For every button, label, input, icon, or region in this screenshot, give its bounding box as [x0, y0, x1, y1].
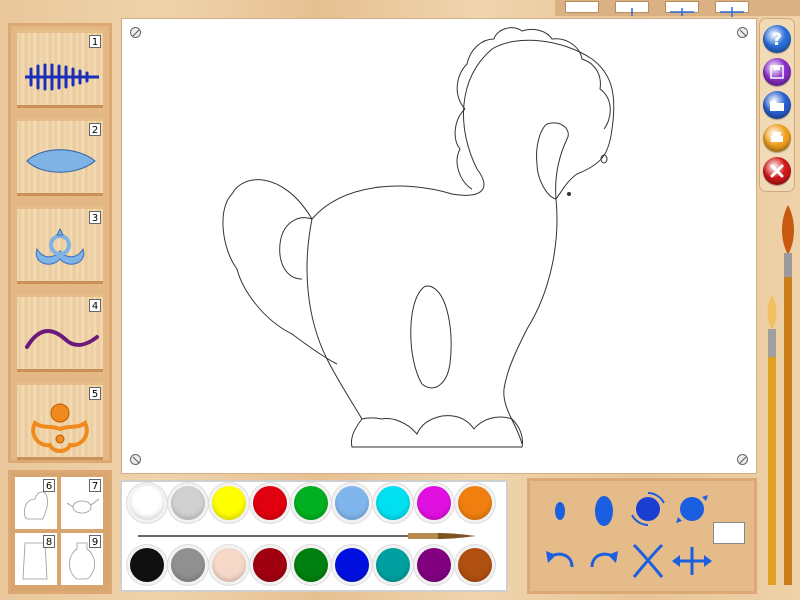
paint-swatch[interactable]: [458, 486, 492, 520]
paint-swatch[interactable]: [130, 548, 164, 582]
template-7[interactable]: 7: [61, 477, 103, 529]
template-number: 6: [43, 479, 55, 492]
large-stamp-tool[interactable]: [670, 487, 714, 535]
close-icon: [770, 164, 784, 178]
top-line-toolbar: [555, 0, 800, 17]
paint-swatch[interactable]: [417, 486, 451, 520]
paint-swatch[interactable]: [335, 548, 369, 582]
medium-brush-tool[interactable]: [582, 487, 626, 535]
paint-swatch[interactable]: [253, 486, 287, 520]
close-button[interactable]: [763, 157, 791, 185]
stencil-number: 4: [89, 299, 101, 312]
line-thin-tool[interactable]: [615, 1, 649, 16]
line-plus-tool[interactable]: [715, 1, 749, 17]
stencil-slot-5[interactable]: 5: [17, 382, 103, 460]
paint-swatch[interactable]: [130, 486, 164, 520]
paint-swatch[interactable]: [212, 548, 246, 582]
paint-swatch[interactable]: [171, 548, 205, 582]
stencil-number: 1: [89, 35, 101, 48]
paint-swatch[interactable]: [253, 548, 287, 582]
paint-palette: [120, 480, 508, 592]
undo-tool[interactable]: [538, 537, 582, 585]
paint-swatch[interactable]: [417, 548, 451, 582]
folder-icon: [770, 101, 784, 111]
stencil-slot-1[interactable]: 1: [17, 30, 103, 108]
large-blob-icon: [676, 495, 708, 523]
side-button-bar: ?: [760, 19, 794, 191]
stencil-number: 5: [89, 387, 101, 400]
move-arrows-icon: [672, 547, 712, 575]
stencil-number: 2: [89, 123, 101, 136]
stencil-slot-2[interactable]: 2: [17, 118, 103, 196]
paint-swatch[interactable]: [212, 486, 246, 520]
rotate-blob-icon: [631, 492, 665, 526]
small-drop-icon: [555, 502, 565, 520]
nostril-dot: [567, 192, 571, 196]
floppy-icon: [770, 65, 784, 79]
save-button[interactable]: [763, 58, 791, 86]
template-number: 7: [89, 479, 101, 492]
paint-swatch[interactable]: [376, 486, 410, 520]
svg-text:?: ?: [772, 30, 782, 50]
stencil-panel: 1 2 3 4 5: [8, 23, 112, 463]
drawing-canvas[interactable]: [122, 19, 756, 473]
paintbrush-icon: [138, 533, 476, 539]
template-number: 8: [43, 535, 55, 548]
paint-swatch[interactable]: [335, 486, 369, 520]
template-9[interactable]: 9: [61, 533, 103, 585]
stencil-number: 3: [89, 211, 101, 224]
line-cross-tool[interactable]: [665, 1, 699, 16]
print-button[interactable]: [763, 124, 791, 152]
line-thin-icon: [631, 8, 633, 16]
brush-decoration-icon: [767, 205, 794, 585]
rotate-stamp-tool[interactable]: [626, 487, 670, 535]
blank-line-tool[interactable]: [565, 1, 599, 13]
line-cross-icon: [670, 8, 694, 16]
undo-arrow-icon: [546, 551, 574, 568]
redo-tool[interactable]: [582, 537, 626, 585]
move-tool[interactable]: [670, 537, 714, 585]
template-8[interactable]: 8: [15, 533, 57, 585]
stencil-slot-3[interactable]: 3: [17, 206, 103, 284]
help-button[interactable]: ?: [763, 25, 791, 53]
question-icon: ?: [772, 30, 782, 50]
clear-tool[interactable]: [626, 537, 670, 585]
paint-swatch[interactable]: [376, 548, 410, 582]
redo-arrow-icon: [590, 551, 618, 568]
line-plus-icon: [720, 7, 744, 17]
printer-icon: [771, 132, 783, 142]
cross-icon: [632, 543, 664, 578]
small-brush-tool[interactable]: [538, 487, 582, 535]
paint-swatch[interactable]: [458, 548, 492, 582]
brush-size-preview: [713, 522, 745, 544]
paint-swatch[interactable]: [294, 486, 328, 520]
paint-swatch[interactable]: [294, 548, 328, 582]
template-panel: 6 7 8 9: [8, 470, 112, 594]
stencil-slot-4[interactable]: 4: [17, 294, 103, 372]
open-button[interactable]: [763, 91, 791, 119]
horse-outline-drawing: [222, 27, 615, 448]
template-number: 9: [89, 535, 101, 548]
paint-swatch[interactable]: [171, 486, 205, 520]
template-6[interactable]: 6: [15, 477, 57, 529]
medium-drop-icon: [595, 496, 613, 526]
